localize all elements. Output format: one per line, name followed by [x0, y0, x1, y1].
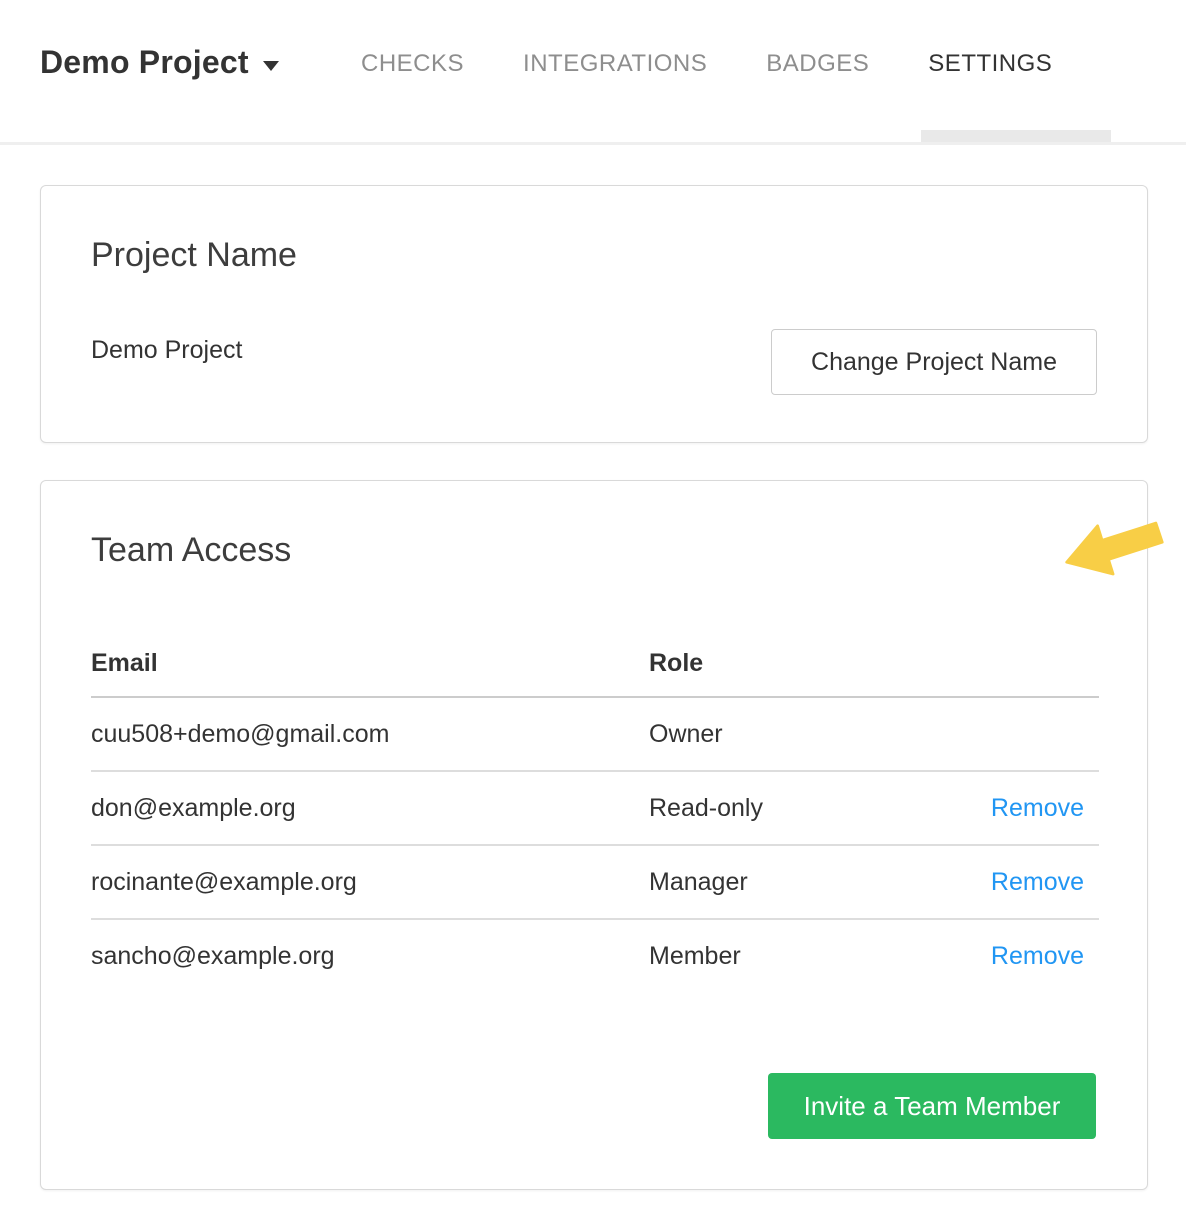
member-email: sancho@example.org: [91, 919, 649, 993]
member-role: Manager: [649, 845, 964, 919]
tab-integrations[interactable]: INTEGRATIONS: [523, 50, 707, 78]
project-name-card: Project Name Demo Project Change Project…: [40, 185, 1148, 443]
table-header-row: Email Role: [91, 631, 1099, 697]
member-role: Member: [649, 919, 964, 993]
project-name-value: Demo Project: [91, 336, 242, 365]
member-actions: Remove: [964, 919, 1099, 993]
team-members-table: Email Role cuu508+demo@gmail.com Owner d…: [91, 631, 1099, 993]
tab-badges[interactable]: BADGES: [766, 50, 869, 78]
remove-member-link[interactable]: Remove: [991, 868, 1084, 896]
member-actions: Remove: [964, 771, 1099, 845]
project-switcher-dropdown[interactable]: Demo Project: [40, 44, 279, 81]
change-project-name-button[interactable]: Change Project Name: [771, 329, 1097, 395]
project-name-card-title: Project Name: [91, 236, 297, 275]
tab-checks[interactable]: CHECKS: [361, 50, 464, 78]
settings-page: Demo Project CHECKS INTEGRATIONS BADGES …: [0, 0, 1186, 1226]
column-header-role: Role: [649, 631, 964, 697]
chevron-down-icon: [263, 61, 279, 71]
table-row: sancho@example.org Member Remove: [91, 919, 1099, 993]
member-email: don@example.org: [91, 771, 649, 845]
active-tab-indicator: [921, 130, 1111, 142]
table-row: cuu508+demo@gmail.com Owner: [91, 697, 1099, 771]
member-actions: Remove: [964, 845, 1099, 919]
tab-settings[interactable]: SETTINGS: [928, 50, 1052, 78]
column-header-actions: [964, 631, 1099, 697]
member-role: Owner: [649, 697, 964, 771]
table-row: don@example.org Read-only Remove: [91, 771, 1099, 845]
member-actions: [964, 697, 1099, 771]
table-row: rocinante@example.org Manager Remove: [91, 845, 1099, 919]
project-nav-tabs: CHECKS INTEGRATIONS BADGES SETTINGS: [361, 50, 1052, 78]
remove-member-link[interactable]: Remove: [991, 794, 1084, 822]
project-header: Demo Project CHECKS INTEGRATIONS BADGES …: [0, 0, 1186, 145]
member-role: Read-only: [649, 771, 964, 845]
member-email: rocinante@example.org: [91, 845, 649, 919]
project-title: Demo Project: [40, 44, 249, 81]
remove-member-link[interactable]: Remove: [991, 942, 1084, 970]
column-header-email: Email: [91, 631, 649, 697]
invite-team-member-button[interactable]: Invite a Team Member: [768, 1073, 1096, 1139]
team-access-card-title: Team Access: [91, 531, 291, 570]
yellow-arrow-annotation-icon: [1063, 511, 1165, 577]
member-email: cuu508+demo@gmail.com: [91, 697, 649, 771]
team-access-card: Team Access Email Role cuu508+demo@gmail…: [40, 480, 1148, 1190]
